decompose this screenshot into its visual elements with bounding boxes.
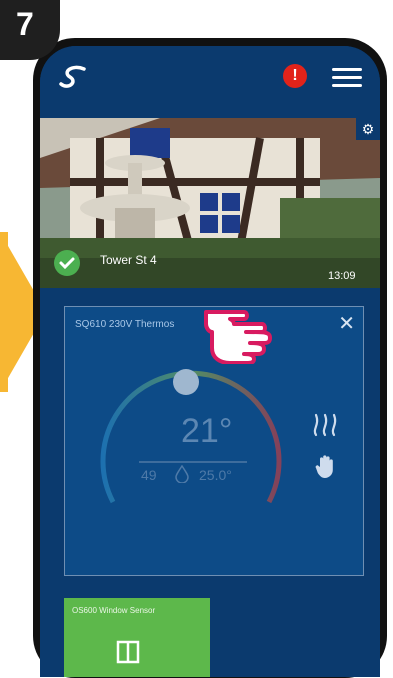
salus-logo-icon[interactable] [58,62,92,92]
humidity-value: 49 [141,467,157,483]
window-icon [116,640,140,664]
location-time: 13:09 [328,270,356,282]
sensor-label: OS600 Window Sensor [72,606,156,615]
setpoint-value: 25.0° [199,467,232,483]
gear-icon[interactable]: ⚙ [356,118,380,140]
alert-icon[interactable]: ! [283,64,307,88]
thermostat-title[interactable]: SQ610 230V Thermos [75,319,174,330]
top-bar: ! [40,46,380,108]
hamburger-menu-icon[interactable] [332,68,362,88]
close-icon[interactable]: ✕ [338,311,355,336]
current-temperature: 21° [181,412,233,450]
check-icon [54,250,80,276]
hand-icon[interactable] [315,453,337,479]
location-name: Tower St 4 [100,253,157,267]
heat-waves-icon[interactable] [311,411,339,437]
step-number: 7 [16,6,34,42]
drop-icon [175,465,189,483]
location-photo[interactable] [40,118,380,288]
pointing-hand-icon [204,310,272,364]
step-badge: 7 [0,0,60,60]
dial-handle[interactable] [173,369,199,395]
window-sensor-tile[interactable]: OS600 Window Sensor [64,598,210,677]
